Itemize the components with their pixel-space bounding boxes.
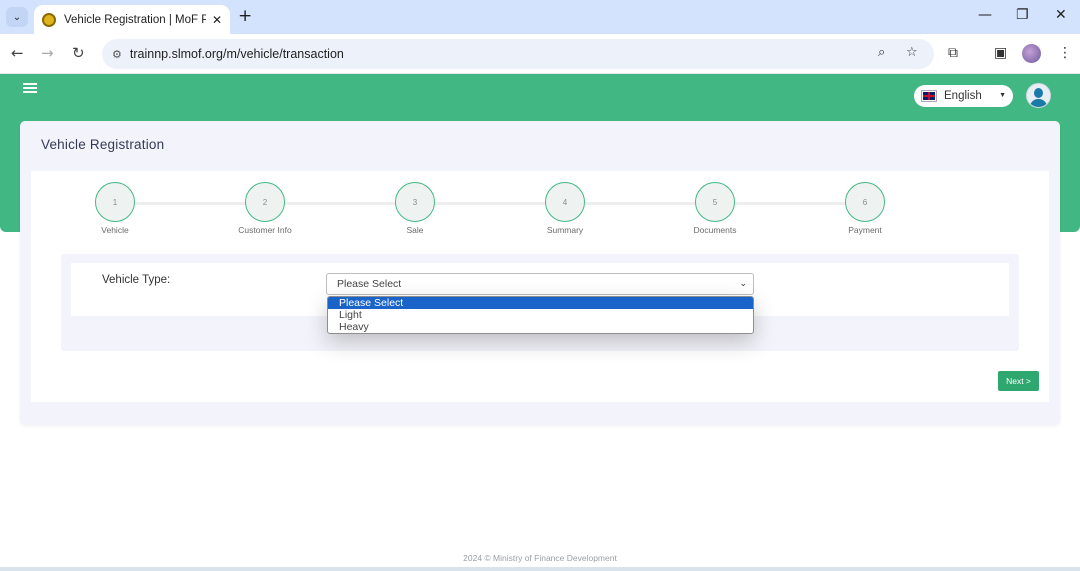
tab-close-icon[interactable]: ✕ [212,13,222,27]
language-label: English [944,90,982,102]
site-favicon-icon [42,12,56,27]
site-info-icon[interactable]: ⚙ [112,48,122,61]
step-label: Sale [406,225,424,235]
footer-copyright: 2024 © Ministry of Finance Development [463,553,617,563]
vehicle-type-select[interactable]: Please Select ⌄ [326,273,754,295]
step-label: Payment [848,225,882,235]
bookmark-star-icon[interactable]: ☆ [906,45,918,60]
step-circle: 6 [845,182,885,222]
select-value: Please Select [337,278,402,290]
step-circle: 1 [95,182,135,222]
step-circle: 2 [245,182,285,222]
option-light[interactable]: Light [328,309,753,321]
page-title: Vehicle Registration [41,137,165,152]
tab-search-chevron-icon[interactable]: ⌄ [6,7,28,27]
step-payment[interactable]: 6 Payment [805,182,925,235]
chevron-down-icon: ⌄ [739,278,747,288]
step-vehicle[interactable]: 1 Vehicle [55,182,175,235]
address-bar[interactable]: ⚙ trainnp.slmof.org/m/vehicle/transactio… [102,39,934,69]
zoom-icon[interactable]: ⌕ [878,45,885,60]
step-circle: 3 [395,182,435,222]
bottom-border [0,567,1080,571]
step-documents[interactable]: 5 Documents [655,182,775,235]
reload-icon[interactable]: ↻ [72,44,85,62]
vehicle-registration-card: Vehicle Registration 1 Vehicle 2 Custome… [20,121,1060,425]
forward-arrow-icon[interactable]: → [41,44,54,62]
option-please-select[interactable]: Please Select [328,297,753,309]
step-summary[interactable]: 4 Summary [505,182,625,235]
browser-tab[interactable]: Vehicle Registration | MoF Portal ✕ [34,5,230,34]
user-avatar[interactable] [1026,83,1051,108]
step-circle: 4 [545,182,585,222]
window-close-button[interactable]: ✕ [1055,7,1067,23]
step-customer-info[interactable]: 2 Customer Info [205,182,325,235]
new-tab-button[interactable]: + [238,6,252,26]
option-heavy[interactable]: Heavy [328,321,753,333]
url-text: trainnp.slmof.org/m/vehicle/transaction [129,47,344,61]
vehicle-type-options: Please Select Light Heavy [327,296,754,334]
back-arrow-icon[interactable]: ← [11,44,24,62]
browser-menu-icon[interactable]: ⋮ [1058,45,1072,61]
browser-tab-bar: ⌄ Vehicle Registration | MoF Portal ✕ + … [0,0,1080,34]
language-selector[interactable]: English ▼ [914,85,1013,107]
step-label: Summary [546,225,584,235]
step-label: Vehicle [101,225,129,235]
step-sale[interactable]: 3 Sale [355,182,475,235]
tab-title: Vehicle Registration | MoF Portal [64,13,206,26]
caret-down-icon: ▼ [999,92,1006,99]
uk-flag-icon [921,90,937,102]
step-circle: 5 [695,182,735,222]
vehicle-type-label: Vehicle Type: [102,274,171,286]
step-label: Documents [693,225,737,235]
hamburger-menu-icon[interactable] [23,83,37,93]
browser-toolbar: ← → ↻ ⚙ trainnp.slmof.org/m/vehicle/tran… [0,34,1080,74]
restore-button[interactable]: ❐ [1016,7,1029,23]
side-panel-icon[interactable]: ▣ [994,45,1007,61]
extensions-icon[interactable]: ⧉ [948,45,958,61]
next-button[interactable]: Next > [998,371,1039,391]
minimize-button[interactable]: — [978,7,992,23]
wizard-body: 1 Vehicle 2 Customer Info 3 Sale 4 Summa… [31,171,1049,402]
step-label: Customer Info [238,225,292,235]
browser-profile-avatar[interactable] [1022,44,1041,63]
